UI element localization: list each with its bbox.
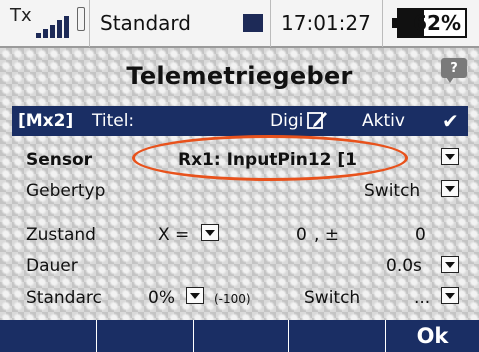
- zustand-value-1[interactable]: 0: [296, 225, 307, 245]
- title-value[interactable]: Digi: [270, 111, 303, 131]
- antenna-icon: [77, 7, 85, 31]
- signal-bars-icon: [36, 16, 69, 38]
- check-icon[interactable]: ✔: [442, 109, 459, 133]
- status-bar: Tx Standard 17:01:27 62%: [0, 0, 479, 48]
- tx-signal: Tx: [0, 0, 90, 47]
- gebertyp-value[interactable]: Switch: [364, 181, 420, 201]
- dropdown-arrow-icon[interactable]: [201, 224, 219, 241]
- battery-percent: 62%: [413, 11, 461, 35]
- clock: 17:01:27: [271, 0, 383, 47]
- model-name[interactable]: Standard: [90, 0, 235, 47]
- dauer-value[interactable]: 0.0s: [386, 256, 422, 276]
- standard-hint: (-100): [214, 292, 251, 306]
- title-label: Titel:: [92, 111, 135, 131]
- dropdown-arrow-icon[interactable]: [441, 287, 459, 304]
- highlight-oval: [132, 135, 408, 181]
- standard-label: Standarc: [26, 288, 102, 308]
- sensor-id: [Mx2]: [18, 111, 74, 131]
- gebertyp-label: Gebertyp: [26, 181, 106, 201]
- dropdown-arrow-icon[interactable]: [186, 287, 204, 304]
- ok-button[interactable]: Ok: [386, 320, 479, 352]
- dropdown-arrow-icon[interactable]: [441, 180, 459, 197]
- softkey-2[interactable]: [97, 320, 194, 352]
- softkey-1[interactable]: [0, 320, 97, 352]
- model-indicator: [235, 0, 271, 47]
- dropdown-arrow-icon[interactable]: [441, 256, 459, 273]
- sensor-header-row[interactable]: [Mx2] Titel: Digi Aktiv ✔: [12, 106, 468, 136]
- zustand-value-2[interactable]: 0: [415, 225, 426, 245]
- active-label: Aktiv: [362, 111, 405, 131]
- softkey-bar: Ok: [0, 320, 479, 352]
- help-icon[interactable]: ?: [441, 58, 467, 83]
- softkey-3[interactable]: [194, 320, 289, 352]
- battery-icon: 62%: [392, 8, 467, 38]
- battery-indicator: 62%: [383, 0, 479, 47]
- sensor-label: Sensor: [26, 150, 93, 170]
- softkey-4[interactable]: [289, 320, 386, 352]
- zustand-label: Zustand: [26, 225, 96, 245]
- tx-label: Tx: [10, 5, 32, 26]
- dauer-label: Dauer: [26, 256, 78, 276]
- standard-percent[interactable]: 0%: [148, 288, 175, 308]
- zustand-separator: , ±: [314, 225, 340, 245]
- standard-switch-value[interactable]: ...: [414, 288, 430, 308]
- standard-switch-label: Switch: [304, 288, 361, 308]
- zustand-operator[interactable]: X =: [158, 225, 189, 245]
- edit-pencil-icon[interactable]: [306, 109, 328, 131]
- page-title: Telemetriegeber: [126, 62, 353, 90]
- dropdown-arrow-icon[interactable]: [441, 148, 459, 165]
